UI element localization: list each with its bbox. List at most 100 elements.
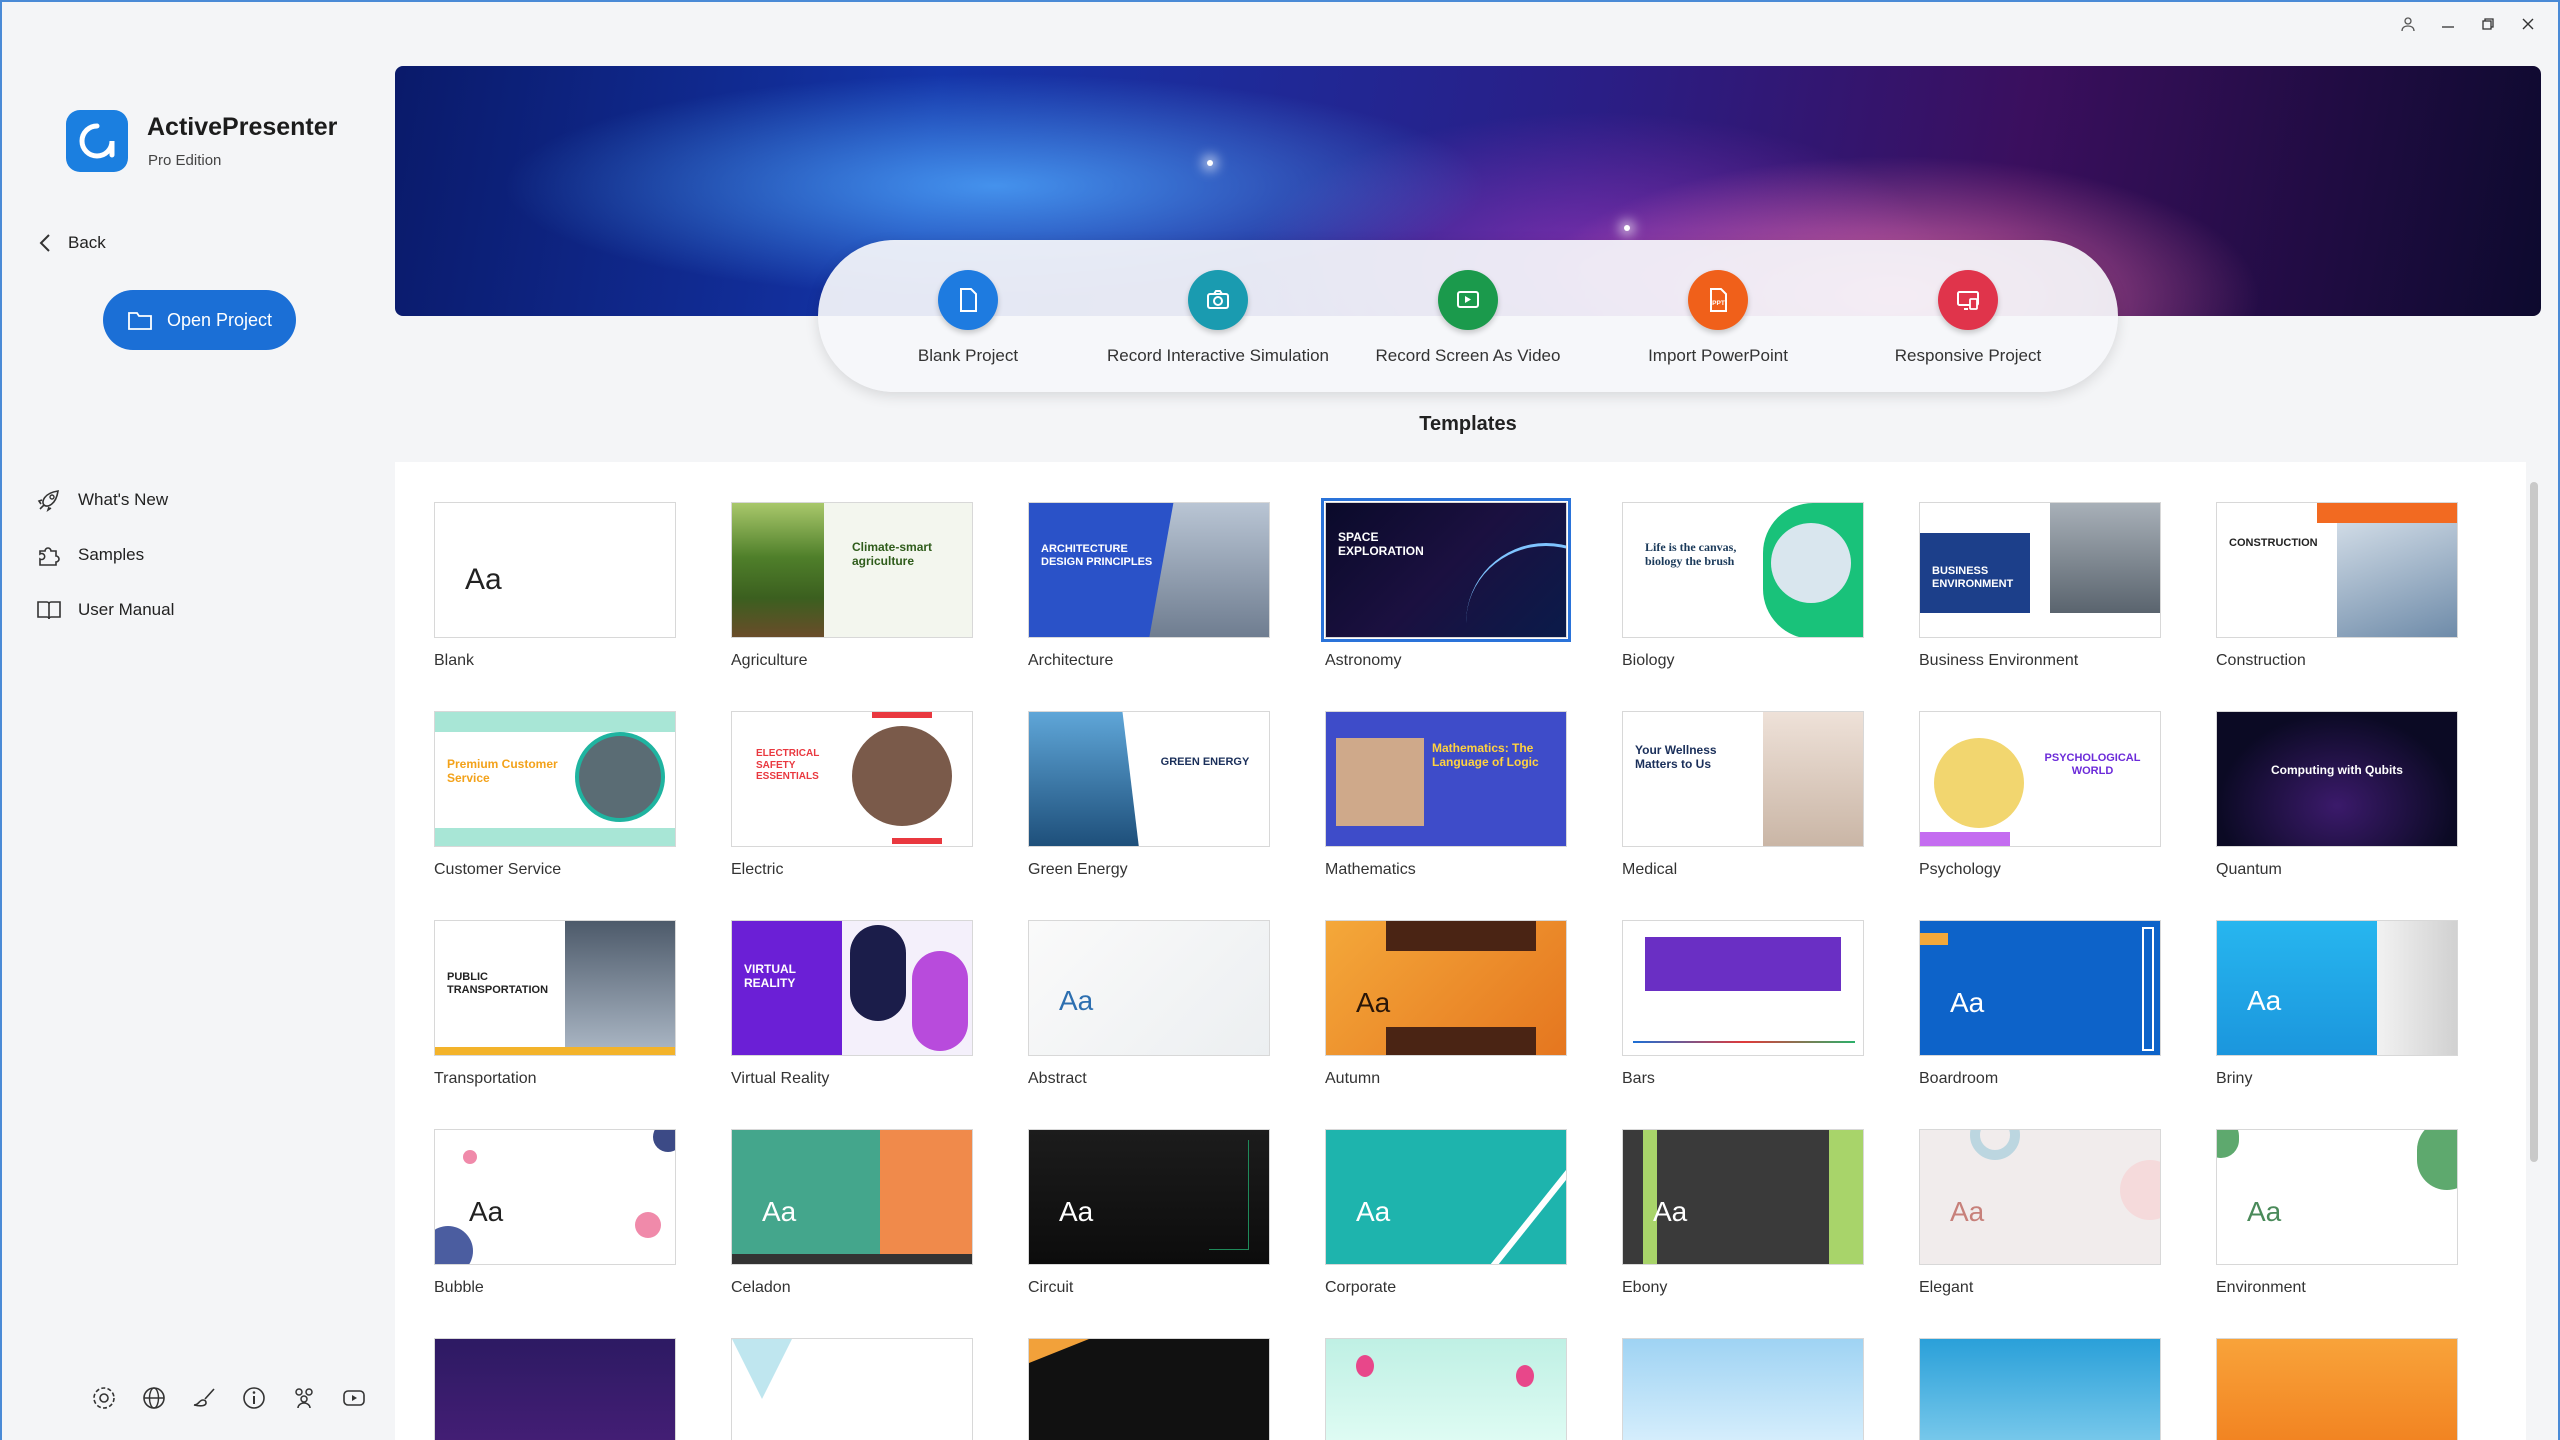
template-card-partial[interactable]: [1622, 1338, 1864, 1440]
aa-sample-text: Aa: [1950, 1196, 1985, 1227]
template-card-elegant[interactable]: Aa Elegant: [1919, 1129, 2161, 1297]
template-card-partial[interactable]: [1919, 1338, 2161, 1440]
template-card-electric[interactable]: ELECTRICAL SAFETY ESSENTIALS Electric: [731, 711, 973, 879]
template-name: Business Environment: [1919, 652, 2079, 669]
template-card-bars[interactable]: Bars: [1622, 920, 1864, 1088]
template-card-abstract[interactable]: Aa Abstract: [1028, 920, 1270, 1088]
template-thumbnail: Aa: [1919, 1129, 2161, 1265]
aa-sample-text: Aa: [1059, 985, 1094, 1016]
template-card-boardroom[interactable]: Aa Boardroom: [1919, 920, 2161, 1088]
template-thumbnail: Aa: [1028, 920, 1270, 1056]
template-card-briny[interactable]: Aa Briny: [2216, 920, 2458, 1088]
template-name: Transportation: [434, 1070, 537, 1087]
template-card-quantum[interactable]: Computing with Qubits Quantum: [2216, 711, 2458, 879]
restore-icon[interactable]: [2468, 8, 2508, 40]
template-card-astronomy[interactable]: SPACE EXPLORATION Astronomy: [1321, 498, 1571, 670]
template-name: Ebony: [1622, 1279, 1668, 1296]
template-card-blank[interactable]: Aa Blank: [434, 502, 676, 670]
globe-icon[interactable]: [140, 1384, 168, 1412]
thumb-title: Climate-smart agriculture: [852, 540, 933, 568]
template-card-partial[interactable]: [1028, 1338, 1270, 1440]
star-decoration: [1207, 160, 1213, 166]
settings-icon[interactable]: [90, 1384, 118, 1412]
blank-document-icon: [938, 270, 998, 330]
template-card-agriculture[interactable]: Climate-smart agriculture Agriculture: [731, 502, 973, 670]
app-logo: [66, 110, 128, 172]
aa-sample-text: Aa: [1653, 1196, 1688, 1227]
whats-new-link[interactable]: What's New: [36, 472, 174, 527]
template-thumbnail: ELECTRICAL SAFETY ESSENTIALS: [731, 711, 973, 847]
responsive-project-button[interactable]: Responsive Project: [1843, 270, 2093, 366]
blank-project-button[interactable]: Blank Project: [843, 270, 1093, 366]
template-card-corporate[interactable]: Aa Corporate: [1325, 1129, 1567, 1297]
template-thumbnail: [731, 1338, 973, 1440]
template-card-customer-service[interactable]: Premium Customer Service Customer Servic…: [434, 711, 676, 879]
template-card-celadon[interactable]: Aa Celadon: [731, 1129, 973, 1297]
template-card-ebony[interactable]: Aa Ebony: [1622, 1129, 1864, 1297]
template-card-construction[interactable]: CONSTRUCTION Construction: [2216, 502, 2458, 670]
template-name: Agriculture: [731, 652, 808, 669]
blank-project-label: Blank Project: [917, 346, 1019, 365]
samples-link[interactable]: Samples: [36, 527, 174, 582]
template-card-biology[interactable]: Life is the canvas, biology the brush Bi…: [1622, 502, 1864, 670]
template-thumbnail: GREEN ENERGY: [1028, 711, 1270, 847]
close-icon[interactable]: [2508, 8, 2548, 40]
minimize-icon[interactable]: [2428, 8, 2468, 40]
thumb-title: VIRTUAL REALITY: [744, 962, 796, 990]
user-icon[interactable]: [2388, 8, 2428, 40]
record-interactive-simulation-button[interactable]: Record Interactive Simulation: [1093, 270, 1343, 366]
template-name: Virtual Reality: [731, 1070, 830, 1087]
template-name: Autumn: [1325, 1070, 1381, 1087]
thumb-title: PSYCHOLOGICAL WORLD: [2044, 752, 2141, 777]
community-icon[interactable]: [290, 1384, 318, 1412]
template-card-partial[interactable]: [1325, 1338, 1567, 1440]
side-links: What's New Samples User Manual: [36, 472, 174, 637]
thumb-title: CONSTRUCTION: [2229, 537, 2318, 549]
thumb-title: ARCHITECTURE DESIGN PRINCIPLES: [1041, 543, 1153, 568]
open-project-label: Open Project: [166, 309, 273, 330]
template-card-transportation[interactable]: PUBLIC TRANSPORTATION Transportation: [434, 920, 676, 1088]
record-screen-as-video-button[interactable]: Record Screen As Video: [1343, 270, 1593, 366]
youtube-icon[interactable]: [340, 1384, 368, 1412]
open-project-button[interactable]: Open Project: [103, 290, 296, 350]
template-card-architecture[interactable]: ARCHITECTURE DESIGN PRINCIPLES Architect…: [1028, 502, 1270, 670]
brush-icon[interactable]: [190, 1384, 218, 1412]
template-card-partial[interactable]: [434, 1338, 676, 1440]
template-card-environment[interactable]: Aa Environment: [2216, 1129, 2458, 1297]
thumb-title: GREEN ENERGY: [1160, 756, 1250, 768]
template-card-partial[interactable]: [731, 1338, 973, 1440]
info-icon[interactable]: [240, 1384, 268, 1412]
user-manual-label: User Manual: [78, 599, 175, 619]
back-button[interactable]: Back: [38, 232, 106, 254]
thumb-title: Your Wellness Matters to Us: [1635, 743, 1717, 771]
template-name: Green Energy: [1028, 861, 1128, 878]
template-card-virtual-reality[interactable]: VIRTUAL REALITY Virtual Reality: [731, 920, 973, 1088]
thumb-title: PUBLIC TRANSPORTATION: [447, 971, 549, 996]
template-card-bubble[interactable]: Aa Bubble: [434, 1129, 676, 1297]
powerpoint-icon: PPT: [1688, 270, 1748, 330]
gallery-scrollbar[interactable]: [2530, 482, 2538, 1162]
thumb-title: SPACE EXPLORATION: [1338, 530, 1424, 558]
template-card-autumn[interactable]: Aa Autumn: [1325, 920, 1567, 1088]
template-thumbnail: Aa: [1919, 920, 2161, 1056]
template-card-partial[interactable]: [2216, 1338, 2458, 1440]
template-card-business-environment[interactable]: BUSINESS ENVIRONMENT Business Environmen…: [1919, 502, 2161, 670]
template-card-mathematics[interactable]: Mathematics: The Language of Logic Mathe…: [1325, 711, 1567, 879]
template-card-green-energy[interactable]: GREEN ENERGY Green Energy: [1028, 711, 1270, 879]
template-thumbnail: Aa: [1325, 1129, 1567, 1265]
aa-sample-text: Aa: [2247, 985, 2282, 1016]
template-name: Environment: [2216, 1279, 2306, 1296]
template-card-medical[interactable]: Your Wellness Matters to Us Medical: [1622, 711, 1864, 879]
template-thumbnail: CONSTRUCTION: [2216, 502, 2458, 638]
samples-label: Samples: [78, 544, 145, 564]
template-thumbnail: Aa: [434, 1129, 676, 1265]
user-manual-link[interactable]: User Manual: [36, 582, 174, 637]
import-powerpoint-button[interactable]: PPT Import PowerPoint: [1593, 270, 1843, 366]
aa-sample-text: Aa: [2247, 1196, 2282, 1227]
template-name: Circuit: [1028, 1279, 1074, 1296]
template-name: Corporate: [1325, 1279, 1397, 1296]
template-card-psychology[interactable]: PSYCHOLOGICAL WORLD Psychology: [1919, 711, 2161, 879]
template-thumbnail: [434, 1338, 676, 1440]
template-card-circuit[interactable]: Aa Circuit: [1028, 1129, 1270, 1297]
template-thumbnail: Aa: [434, 502, 676, 638]
